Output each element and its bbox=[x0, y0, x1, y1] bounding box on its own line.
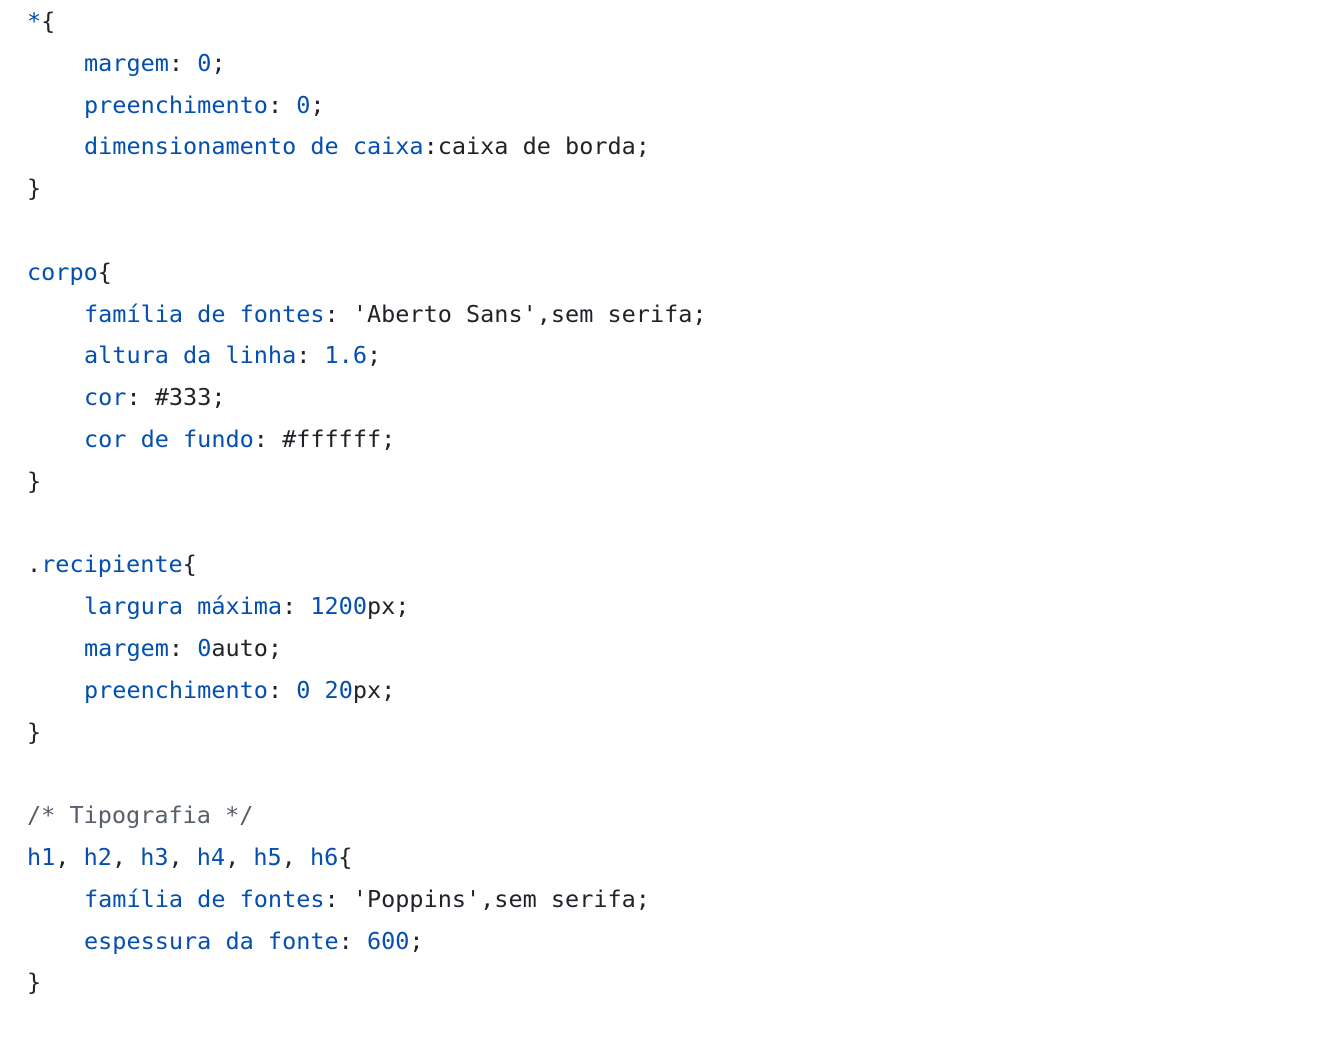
code-line: *{ bbox=[27, 0, 55, 42]
code-token: ; bbox=[310, 90, 325, 119]
code-token: } bbox=[27, 466, 42, 495]
code-line: } bbox=[27, 961, 41, 1003]
code-token: altura da linha bbox=[84, 341, 297, 370]
code-line: } bbox=[27, 460, 41, 502]
code-line: h1, h2, h3, h4, h5, h6{ bbox=[27, 836, 352, 878]
code-token: : bbox=[267, 90, 297, 119]
code-line: família de fontes: 'Aberto Sans',sem ser… bbox=[27, 293, 707, 335]
code-token: :caixa de borda; bbox=[423, 132, 650, 161]
code-token: 600 bbox=[366, 926, 410, 955]
code-line: margem: 0; bbox=[27, 42, 226, 84]
code-token: recipiente bbox=[41, 550, 183, 579]
code-line: dimensionamento de caixa:caixa de borda; bbox=[27, 125, 650, 167]
code-token: } bbox=[27, 717, 42, 746]
code-line: cor: #333; bbox=[27, 376, 226, 418]
code-token: h1 bbox=[27, 843, 56, 871]
code-view: *{margem: 0; preenchimento: 0; dimensionam… bbox=[27, 0, 1334, 1044]
code-token: : 'Aberto Sans',sem serifa; bbox=[324, 299, 707, 328]
code-token: auto; bbox=[211, 634, 283, 662]
code-line: } bbox=[27, 167, 41, 209]
code-token: 0 bbox=[197, 634, 212, 662]
code-token: } bbox=[27, 968, 42, 997]
code-token: família de fontes bbox=[84, 884, 325, 913]
code-token: margem bbox=[84, 48, 169, 77]
code-token: cor bbox=[84, 383, 127, 412]
code-token: 0 bbox=[296, 90, 311, 119]
code-token: : #333; bbox=[126, 383, 226, 412]
code-token: : 'Poppins',sem serifa; bbox=[324, 884, 650, 913]
code-line: altura da linha: 1.6; bbox=[27, 334, 381, 376]
code-token: ; bbox=[409, 926, 424, 955]
code-token: { bbox=[41, 7, 56, 35]
code-token: : bbox=[168, 634, 198, 662]
code-token: : bbox=[267, 675, 297, 704]
code-token: /* Tipografia */ bbox=[27, 801, 254, 830]
code-token: família de fontes bbox=[84, 299, 325, 328]
code-token: dimensionamento de caixa bbox=[84, 132, 424, 161]
code-line: corpo{ bbox=[27, 251, 112, 293]
code-token: , bbox=[225, 843, 254, 871]
code-token: preenchimento bbox=[84, 90, 268, 119]
code-token: h5 bbox=[253, 843, 282, 871]
code-token: 0 bbox=[197, 48, 212, 77]
code-token: } bbox=[27, 174, 42, 203]
code-line: /* Tipografia */ bbox=[27, 794, 253, 836]
code-token: ; bbox=[366, 341, 382, 370]
code-token: 1.6 bbox=[324, 341, 367, 370]
code-token: largura máxima bbox=[84, 592, 283, 621]
code-token: , bbox=[168, 843, 197, 871]
code-token: cor de fundo bbox=[84, 425, 254, 453]
code-line: largura máxima: 1200px; bbox=[27, 585, 409, 627]
code-token: , bbox=[281, 843, 310, 871]
code-line: cor de fundo: #ffffff; bbox=[27, 418, 395, 460]
code-token: h6 bbox=[309, 843, 339, 871]
code-token: px; bbox=[366, 592, 410, 621]
code-token: ; bbox=[211, 48, 226, 77]
code-token: . bbox=[27, 550, 42, 579]
code-token: : bbox=[338, 926, 367, 955]
code-token: : bbox=[168, 48, 198, 77]
code-token: 1200 bbox=[310, 592, 367, 621]
code-token: * bbox=[27, 7, 42, 35]
code-token: preenchimento bbox=[84, 675, 268, 704]
code-token: espessura da fonte bbox=[84, 926, 339, 955]
code-token: : #ffffff; bbox=[253, 425, 396, 453]
code-line: } bbox=[27, 711, 41, 753]
code-line: .recipiente{ bbox=[27, 543, 197, 585]
code-token: px; bbox=[352, 675, 396, 704]
code-token: { bbox=[182, 550, 197, 579]
code-token: 20 bbox=[324, 675, 353, 704]
code-token: , bbox=[111, 843, 141, 871]
code-token: : bbox=[282, 592, 311, 621]
code-token: 0 bbox=[296, 675, 311, 704]
code-token: , bbox=[55, 843, 84, 871]
code-token: : bbox=[296, 341, 325, 370]
code-line: espessura da fonte: 600; bbox=[27, 920, 424, 962]
code-token: h3 bbox=[140, 843, 169, 871]
code-line: preenchimento: 0; bbox=[27, 84, 325, 126]
code-token: margem bbox=[84, 634, 169, 662]
code-token: { bbox=[97, 257, 112, 286]
code-token: h2 bbox=[83, 843, 112, 871]
code-line: preenchimento: 0 20px; bbox=[27, 669, 395, 711]
code-line: família de fontes: 'Poppins',sem serifa; bbox=[27, 878, 650, 920]
code-line: margem: 0auto; bbox=[27, 627, 282, 669]
code-token: { bbox=[338, 843, 353, 871]
code-token: h4 bbox=[196, 843, 226, 871]
code-token: corpo bbox=[27, 257, 98, 286]
